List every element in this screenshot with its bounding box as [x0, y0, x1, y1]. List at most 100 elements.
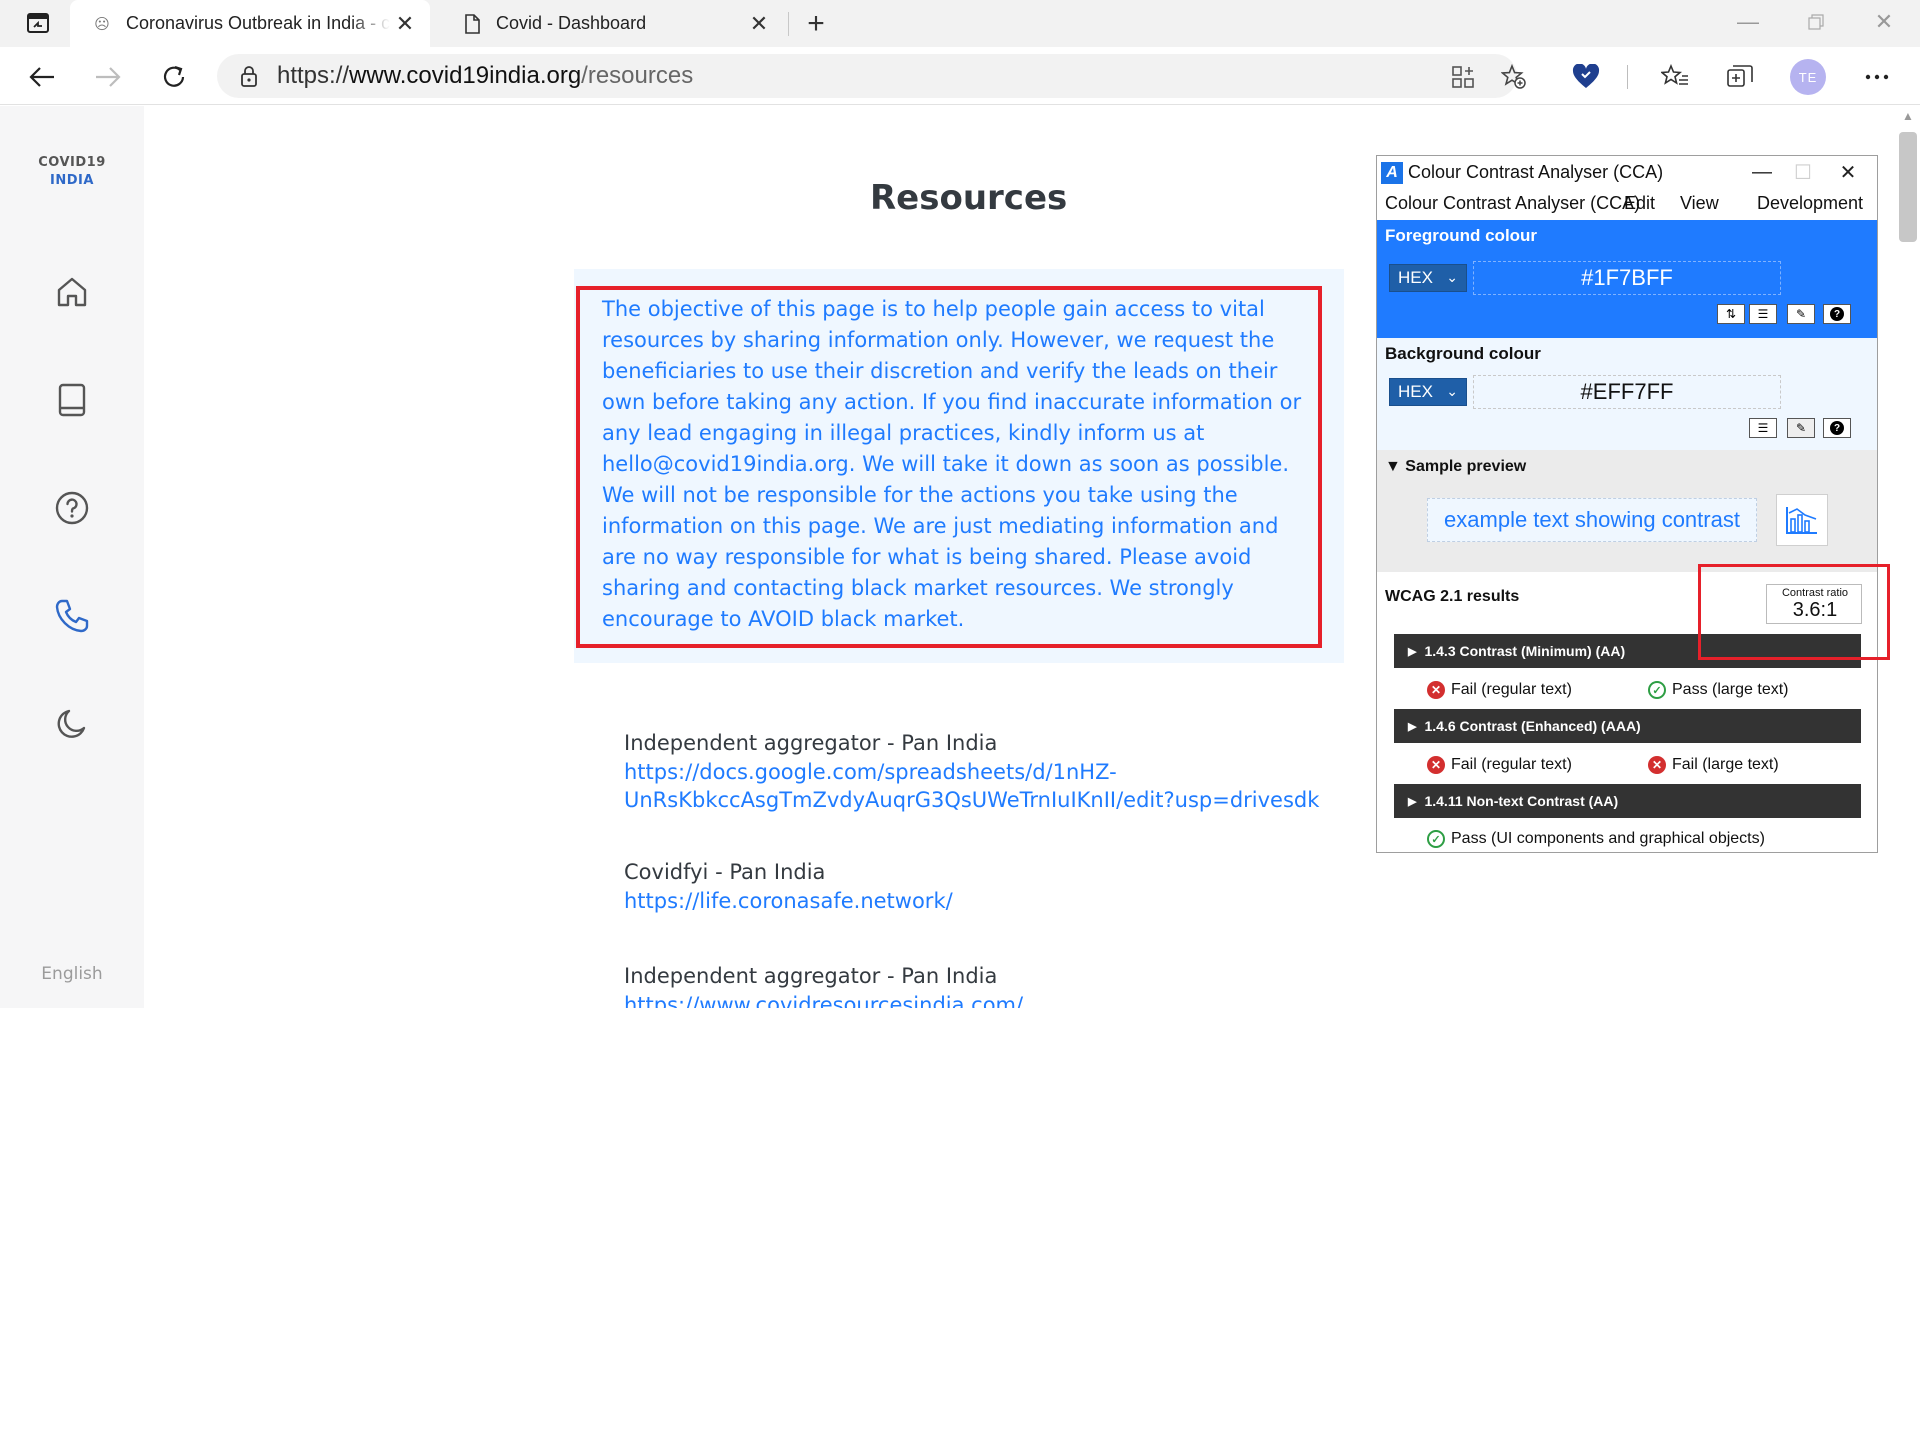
browser-toolbar: https://www.covid19india.org/resources T…	[0, 47, 1920, 105]
collapsed-triangle-icon: ▶	[1408, 720, 1417, 733]
background-format-select[interactable]: HEX ⌄	[1389, 378, 1467, 406]
settings-more-button[interactable]	[1857, 57, 1897, 97]
logo-line-1: COVID19	[38, 155, 106, 170]
foreground-sliders-button[interactable]: ☰	[1749, 304, 1777, 324]
url-host: www.covid19india.org	[349, 62, 582, 89]
scroll-up-arrow-icon[interactable]: ▲	[1900, 108, 1916, 124]
close-tab-button[interactable]: ✕	[744, 9, 774, 39]
restore-window-button[interactable]	[1788, 4, 1844, 40]
help-circle-icon	[55, 491, 89, 525]
lock-icon	[237, 64, 261, 88]
nav-home[interactable]	[52, 272, 92, 312]
cca-close-button[interactable]: ✕	[1828, 158, 1868, 186]
add-favorite-icon[interactable]	[1500, 63, 1528, 91]
resource-link[interactable]: https://www.covidresourcesindia.com/	[624, 991, 1023, 1008]
tab-covid-dashboard[interactable]: Covid - Dashboard ✕	[440, 0, 784, 47]
criterion-1-4-11[interactable]: ▶ 1.4.11 Non-text Contrast (AA)	[1394, 784, 1861, 818]
foreground-panel: Foreground colour HEX ⌄ #1F7BFF ⇅ ☰ ✎ ?	[1377, 220, 1877, 338]
menu-edit[interactable]: Edit	[1624, 193, 1655, 214]
nav-dark-mode[interactable]	[52, 704, 92, 744]
chart-preview-button[interactable]	[1776, 494, 1828, 546]
fail-icon: ✕	[1427, 756, 1445, 774]
resource-link[interactable]: https://docs.google.com/spreadsheets/d/1…	[624, 758, 1319, 814]
foreground-format-select[interactable]: HEX ⌄	[1389, 264, 1467, 292]
collapsed-triangle-icon: ▶	[1408, 795, 1417, 808]
refresh-button[interactable]	[154, 57, 194, 97]
tab-coronavirus-outbreak[interactable]: ☹ Coronavirus Outbreak in India - c ✕	[70, 0, 430, 47]
forward-button[interactable]	[88, 57, 128, 97]
profile-avatar[interactable]: TE	[1790, 59, 1826, 95]
nav-resources[interactable]	[52, 596, 92, 636]
close-tab-button[interactable]: ✕	[390, 9, 420, 39]
background-picker-button[interactable]: ✎	[1787, 418, 1815, 438]
background-hex-input[interactable]: #EFF7FF	[1473, 375, 1781, 409]
favorites-button[interactable]	[1655, 57, 1695, 97]
new-tab-button[interactable]: +	[796, 7, 836, 41]
moon-icon	[57, 709, 86, 738]
collections-button[interactable]	[1720, 57, 1760, 97]
foreground-picker-button[interactable]: ✎	[1787, 304, 1815, 324]
chevron-down-icon: ⌄	[1446, 383, 1458, 399]
page-scrollbar[interactable]: ▲	[1896, 106, 1920, 1008]
foreground-help-button[interactable]: ?	[1823, 304, 1851, 324]
resource-link-line: https://docs.google.com/spreadsheets/d/1…	[624, 760, 1117, 784]
cca-maximize-button[interactable]: ☐	[1783, 158, 1823, 186]
foreground-hex-input[interactable]: #1F7BFF	[1473, 261, 1781, 295]
site-sidebar: COVID19 INDIA English	[0, 106, 144, 1008]
chevron-down-icon: ⌄	[1446, 269, 1458, 285]
menu-view[interactable]: View	[1680, 193, 1719, 214]
sample-preview-panel: ▼ Sample preview example text showing co…	[1377, 450, 1877, 572]
nav-blog[interactable]	[52, 380, 92, 420]
result-item: ✕ Fail (regular text)	[1427, 681, 1572, 699]
back-button[interactable]	[22, 57, 62, 97]
swap-icon: ⇅	[1725, 307, 1737, 321]
toolbar-separator	[1627, 65, 1628, 89]
extension-button[interactable]	[1566, 57, 1606, 97]
sliders-icon: ☰	[1757, 307, 1769, 321]
tab-actions-menu-button[interactable]	[18, 8, 58, 38]
site-logo[interactable]: COVID19 INDIA	[0, 154, 144, 190]
foreground-label: Foreground colour	[1385, 226, 1538, 245]
app-available-icon[interactable]	[1449, 63, 1477, 91]
screen: ☹ Coronavirus Outbreak in India - c ✕ Co…	[0, 0, 1920, 1438]
refresh-icon	[163, 65, 185, 87]
help-icon: ?	[1830, 307, 1844, 321]
resource-name: Independent aggregator - Pan India	[624, 964, 998, 988]
scrollbar-thumb[interactable]	[1899, 132, 1917, 242]
eyedropper-icon: ✎	[1795, 307, 1807, 321]
cca-menubar: Colour Contrast Analyser (CCA) Edit View…	[1377, 188, 1877, 218]
cca-minimize-button[interactable]: —	[1742, 158, 1782, 186]
criterion-1-4-6[interactable]: ▶ 1.4.6 Contrast (Enhanced) (AAA)	[1394, 709, 1861, 743]
heart-extension-icon	[1572, 64, 1600, 88]
menu-development[interactable]: Development	[1757, 193, 1863, 214]
forward-arrow-icon	[96, 67, 121, 87]
resource-link-line: UnRsKbkccAsgTmZvdyAuqrG3QsUWeTrnIuIKnII/…	[624, 788, 1320, 812]
result-item: ✕ Fail (regular text)	[1427, 756, 1572, 774]
pass-icon: ✓	[1427, 830, 1445, 848]
language-selector[interactable]: English	[0, 964, 144, 984]
resource-link[interactable]: https://life.coronasafe.network/	[624, 887, 953, 915]
result-text: Pass (UI components and graphical object…	[1451, 830, 1765, 847]
sample-preview-toggle[interactable]: ▼ Sample preview	[1385, 458, 1526, 476]
tab-actions-icon	[27, 13, 49, 33]
address-bar[interactable]: https://www.covid19india.org/resources	[217, 54, 1526, 98]
background-help-button[interactable]: ?	[1823, 418, 1851, 438]
sample-preview-label: Sample preview	[1405, 458, 1527, 475]
nav-faq[interactable]	[52, 488, 92, 528]
fail-icon: ✕	[1427, 681, 1445, 699]
cca-titlebar[interactable]: A Colour Contrast Analyser (CCA) — ☐ ✕	[1377, 156, 1877, 188]
background-sliders-button[interactable]: ☰	[1749, 418, 1777, 438]
url-scheme: https://	[277, 62, 350, 89]
help-icon: ?	[1830, 421, 1844, 435]
smiley-icon: ☹	[94, 15, 110, 33]
collections-icon	[1727, 65, 1753, 87]
minimize-window-button[interactable]: —	[1720, 4, 1776, 40]
menu-cca[interactable]: Colour Contrast Analyser (CCA)	[1385, 193, 1640, 214]
swap-colours-button[interactable]: ⇅	[1717, 304, 1745, 324]
phone-icon	[55, 599, 89, 633]
close-window-button[interactable]: ✕	[1856, 4, 1912, 40]
result-text: Fail (regular text)	[1451, 681, 1572, 698]
result-item: ✓ Pass (large text)	[1648, 681, 1788, 699]
tab-title: Coronavirus Outbreak in India - c	[126, 13, 390, 33]
sliders-icon: ☰	[1757, 421, 1769, 435]
